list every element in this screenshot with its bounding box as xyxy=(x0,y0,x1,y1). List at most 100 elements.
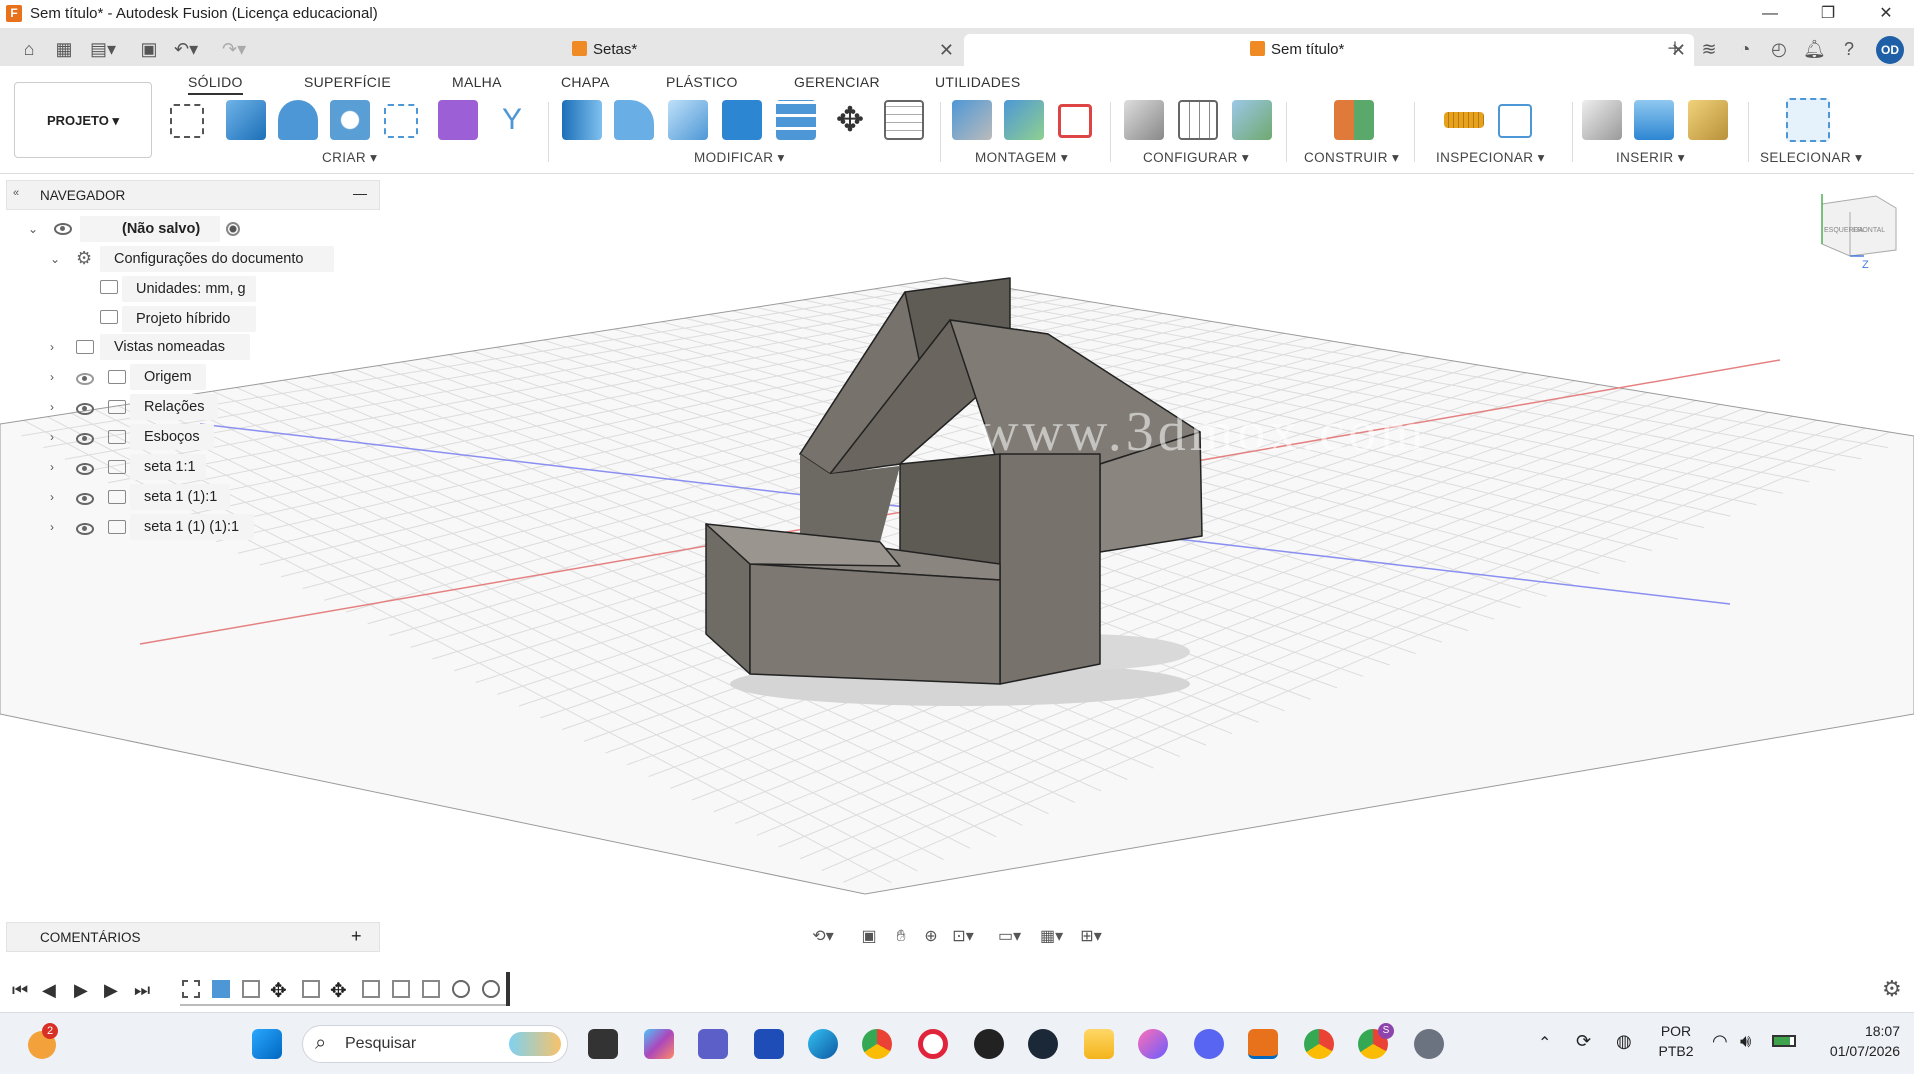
look-at-icon[interactable]: ▣ xyxy=(858,926,880,948)
hole-icon[interactable] xyxy=(330,100,370,140)
physical-material-icon[interactable] xyxy=(884,100,924,140)
visibility-eye-icon[interactable] xyxy=(76,433,94,445)
expand-chevron-icon[interactable]: › xyxy=(50,400,54,414)
project-dropdown[interactable]: PROJETO ▾ xyxy=(14,82,152,158)
collapse-panel-icon[interactable]: « xyxy=(13,187,19,199)
redo-icon[interactable]: ↷▾ xyxy=(222,38,246,60)
joint-icon[interactable] xyxy=(1004,100,1044,140)
chrome-profile-icon[interactable] xyxy=(1304,1029,1334,1059)
go-to-end-icon[interactable]: ⏭︎ xyxy=(134,980,150,1001)
nav-item-units[interactable]: Unidades: mm, g xyxy=(122,276,256,302)
group-selecionar[interactable]: SELECIONAR ▾ xyxy=(1760,150,1862,166)
minimize-button[interactable]: — xyxy=(1742,0,1798,28)
press-pull-icon[interactable] xyxy=(562,100,602,140)
timeline-component-icon[interactable] xyxy=(422,980,440,998)
sync-icon[interactable]: ⟳ xyxy=(1576,1031,1591,1052)
nav-item-named-views[interactable]: Vistas nomeadas xyxy=(100,334,250,360)
revolve-icon[interactable] xyxy=(278,100,318,140)
as-built-joint-icon[interactable] xyxy=(1058,104,1092,138)
theme-table-icon[interactable] xyxy=(1232,100,1272,140)
expand-chevron-icon[interactable]: › xyxy=(50,460,54,474)
taskbar-search-box[interactable]: ⌕ Pesquisar xyxy=(302,1025,568,1063)
battery-icon[interactable] xyxy=(1772,1035,1796,1047)
vpn-icon[interactable]: ◍ xyxy=(1616,1031,1632,1052)
notifications-icon[interactable]: 🔔︎ xyxy=(1803,38,1826,60)
visibility-eye-icon[interactable] xyxy=(76,493,94,505)
tab-chapa[interactable]: CHAPA xyxy=(561,74,610,90)
doc-tab-setas[interactable]: Setas* ✕ xyxy=(560,34,962,66)
nav-item-seta-1[interactable]: seta 1:1 xyxy=(130,454,206,480)
expand-chevron-icon[interactable]: ⌄ xyxy=(28,222,38,236)
timeline-component-icon[interactable] xyxy=(362,980,380,998)
wifi-icon[interactable]: ◠ xyxy=(1712,1031,1728,1052)
visibility-eye-icon[interactable] xyxy=(76,463,94,475)
expand-chevron-icon[interactable]: › xyxy=(50,430,54,444)
nav-item-seta-1-1[interactable]: seta 1 (1):1 xyxy=(130,484,230,510)
fork-icon[interactable]: Y xyxy=(492,100,532,140)
nav-item-relations[interactable]: Relações xyxy=(130,394,218,420)
timeline-joint-icon[interactable] xyxy=(482,980,500,998)
tray-overflow-icon[interactable]: ⌃ xyxy=(1538,1033,1551,1053)
timeline-settings-gear-icon[interactable]: ⚙ xyxy=(1882,976,1902,1002)
nav-item-seta-1-1-1[interactable]: seta 1 (1) (1):1 xyxy=(130,514,254,540)
section-analysis-icon[interactable] xyxy=(1498,104,1532,138)
combine-icon[interactable] xyxy=(722,100,762,140)
fit-icon[interactable]: ⊡▾ xyxy=(952,926,974,948)
move-icon[interactable]: ✥ xyxy=(830,100,870,140)
group-criar[interactable]: CRIAR ▾ xyxy=(322,150,377,166)
create-form-icon[interactable] xyxy=(438,100,478,140)
timeline-marker[interactable] xyxy=(506,972,510,1006)
volume-icon[interactable]: 🔊︎ xyxy=(1740,1031,1751,1052)
steam-icon[interactable] xyxy=(1028,1029,1058,1059)
group-construir[interactable]: CONSTRUIR ▾ xyxy=(1304,150,1399,166)
file-explorer-icon[interactable] xyxy=(1084,1029,1114,1059)
opera-icon[interactable] xyxy=(918,1029,948,1059)
expand-chevron-icon[interactable]: › xyxy=(50,520,54,534)
tab-gerenciar[interactable]: GERENCIAR xyxy=(794,74,880,90)
nav-item-origin[interactable]: Origem xyxy=(130,364,206,390)
group-inserir[interactable]: INSERIR ▾ xyxy=(1616,150,1685,166)
obs-icon[interactable] xyxy=(974,1029,1004,1059)
settings-gear-icon[interactable] xyxy=(1414,1029,1444,1059)
group-inspecionar[interactable]: INSPECIONAR ▾ xyxy=(1436,150,1545,166)
store-icon[interactable] xyxy=(754,1029,784,1059)
windows-start-icon[interactable] xyxy=(252,1029,282,1059)
group-configurar[interactable]: CONFIGURAR ▾ xyxy=(1143,150,1249,166)
tab-solido[interactable]: SÓLIDO xyxy=(188,74,243,95)
timeline-component-icon[interactable] xyxy=(392,980,410,998)
clock-date[interactable]: 01/07/2026 xyxy=(1810,1043,1900,1059)
chrome-icon[interactable] xyxy=(862,1029,892,1059)
language-top[interactable]: POR xyxy=(1656,1023,1696,1039)
timeline-component-icon[interactable] xyxy=(242,980,260,998)
pattern-icon[interactable] xyxy=(384,104,418,138)
copilot-icon[interactable] xyxy=(644,1029,674,1059)
extensions-icon[interactable]: ◔ xyxy=(1734,38,1756,60)
hidden-eye-icon[interactable] xyxy=(76,373,94,385)
expand-chevron-icon[interactable]: ⌄ xyxy=(50,252,60,266)
doc-tab-sem-titulo[interactable]: Sem título* ✕ xyxy=(964,34,1694,66)
home-icon[interactable]: ⌂ xyxy=(18,38,40,60)
close-tab-icon[interactable]: ✕ xyxy=(939,34,954,66)
create-sketch-icon[interactable] xyxy=(170,104,204,138)
expand-chevron-icon[interactable]: › xyxy=(50,340,54,354)
step-forward-icon[interactable]: ▶︎ xyxy=(104,980,118,1001)
expand-chevron-icon[interactable]: › xyxy=(50,490,54,504)
media-player-icon[interactable] xyxy=(1138,1029,1168,1059)
restore-button[interactable]: ❐ xyxy=(1800,0,1856,28)
teams-icon[interactable] xyxy=(698,1029,728,1059)
visibility-eye-icon[interactable] xyxy=(76,403,94,415)
fusion-taskbar-icon[interactable] xyxy=(1248,1029,1278,1059)
tab-superficie[interactable]: SUPERFÍCIE xyxy=(304,74,391,90)
timeline-joint-icon[interactable] xyxy=(452,980,470,998)
fillet-icon[interactable] xyxy=(614,100,654,140)
timeline-extrude-icon[interactable] xyxy=(212,980,230,998)
file-menu-icon[interactable]: ▤▾ xyxy=(90,38,116,60)
insert-canvas-icon[interactable] xyxy=(1634,100,1674,140)
timeline-move-icon[interactable]: ✥ xyxy=(270,978,287,1003)
orbit-icon[interactable]: ⟲▾ xyxy=(812,926,834,948)
insert-derive-icon[interactable] xyxy=(1582,100,1622,140)
measure-icon[interactable] xyxy=(1444,112,1484,128)
configuration-table-icon[interactable] xyxy=(1178,100,1218,140)
display-settings-icon[interactable]: ▭▾ xyxy=(998,926,1021,948)
job-status-icon[interactable]: ◴ xyxy=(1768,38,1790,60)
